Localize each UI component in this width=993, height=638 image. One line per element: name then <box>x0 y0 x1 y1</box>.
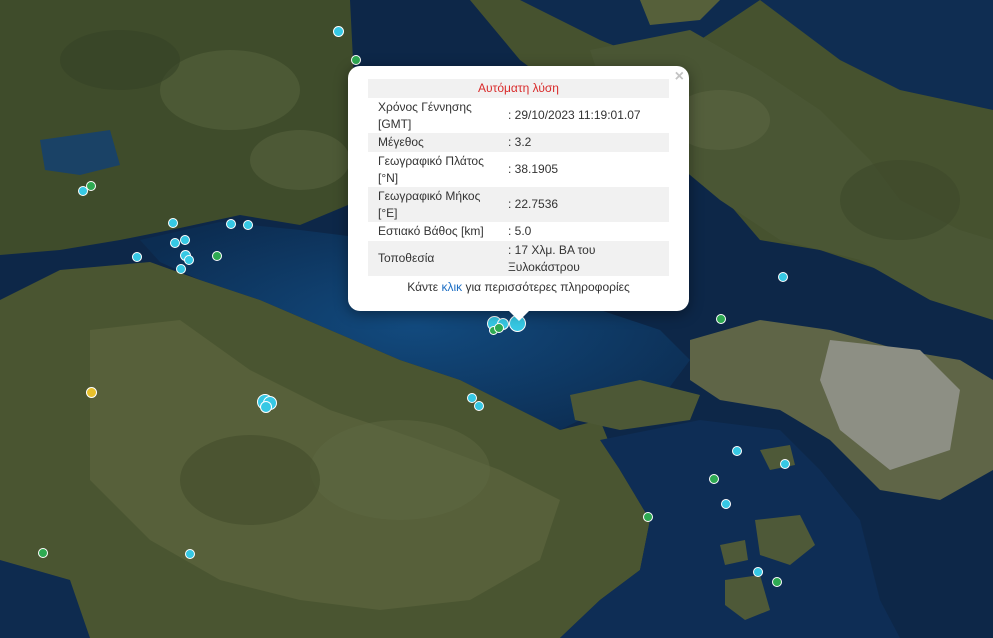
earthquake-marker[interactable] <box>86 181 96 191</box>
earthquake-marker[interactable] <box>38 548 48 558</box>
earthquake-marker[interactable] <box>132 252 142 262</box>
earthquake-marker[interactable] <box>778 272 788 282</box>
info-value: : 29/10/2023 11:19:01.07 <box>508 108 641 122</box>
earthquake-marker[interactable] <box>709 474 719 484</box>
earthquake-marker[interactable] <box>716 314 726 324</box>
info-label: Τοποθεσία <box>368 241 503 276</box>
earthquake-marker[interactable] <box>260 401 272 413</box>
info-value: : 5.0 <box>508 224 532 238</box>
more-info-prefix: Κάντε <box>407 280 442 294</box>
earthquake-marker[interactable] <box>721 499 731 509</box>
earthquake-marker[interactable] <box>732 446 742 456</box>
earthquake-marker[interactable] <box>176 264 186 274</box>
earthquake-marker[interactable] <box>780 459 790 469</box>
earthquake-marker[interactable] <box>226 219 236 229</box>
popup-tip <box>508 310 530 321</box>
more-info-text: Κάντε κλικ για περισσότερες πληροφορίες <box>348 280 689 294</box>
earthquake-marker[interactable] <box>86 387 97 398</box>
info-label: Μέγεθος <box>368 133 503 152</box>
info-row-location: Τοποθεσία : 17 Χλμ. ΒΑ του Ξυλοκάστρου <box>368 241 669 276</box>
close-icon[interactable]: × <box>675 68 684 86</box>
info-row-origin-time: Χρόνος Γέννησης [GMT] : 29/10/2023 11:19… <box>368 98 669 133</box>
info-label: Χρόνος Γέννησης [GMT] <box>378 99 472 131</box>
info-label: Γεωγραφικό Μήκος [°E] <box>368 187 503 222</box>
earthquake-marker[interactable] <box>180 235 190 245</box>
earthquake-marker[interactable] <box>243 220 253 230</box>
earthquake-marker[interactable] <box>643 512 653 522</box>
popup-title: Αυτόματη λύση <box>368 79 669 98</box>
earthquake-marker[interactable] <box>474 401 484 411</box>
earthquake-marker[interactable] <box>184 255 194 265</box>
info-value: : 38.1905 <box>508 162 559 176</box>
more-info-link[interactable]: κλικ <box>441 280 462 294</box>
more-info-suffix: για περισσότερες πληροφορίες <box>462 280 630 294</box>
earthquake-marker[interactable] <box>212 251 222 261</box>
earthquake-marker[interactable] <box>494 323 504 333</box>
earthquake-marker[interactable] <box>333 26 344 37</box>
info-row-magnitude: Μέγεθος : 3.2 <box>368 133 669 152</box>
earthquake-marker[interactable] <box>185 549 195 559</box>
earthquake-info-popup: × Αυτόματη λύση Χρόνος Γέννησης [GMT] : … <box>348 66 689 311</box>
popup-title-row: Αυτόματη λύση <box>368 79 669 98</box>
earthquake-marker[interactable] <box>753 567 763 577</box>
earthquake-marker[interactable] <box>168 218 178 228</box>
earthquake-marker[interactable] <box>351 55 361 65</box>
earthquake-marker[interactable] <box>170 238 180 248</box>
info-row-longitude: Γεωγραφικό Μήκος [°E] : 22.7536 <box>368 187 669 222</box>
info-table: Αυτόματη λύση Χρόνος Γέννησης [GMT] : 29… <box>368 79 669 276</box>
info-label: Εστιακό Βάθος [km] <box>378 224 484 238</box>
info-value: : 22.7536 <box>503 187 669 222</box>
info-value: : 3.2 <box>503 133 669 152</box>
info-value: : 17 Χλμ. ΒΑ του Ξυλοκάστρου <box>503 241 669 276</box>
info-label: Γεωγραφικό Πλάτος [°N] <box>378 153 484 185</box>
info-row-depth: Εστιακό Βάθος [km] : 5.0 <box>368 222 669 241</box>
earthquake-marker[interactable] <box>772 577 782 587</box>
info-row-latitude: Γεωγραφικό Πλάτος [°N] : 38.1905 <box>368 152 669 187</box>
